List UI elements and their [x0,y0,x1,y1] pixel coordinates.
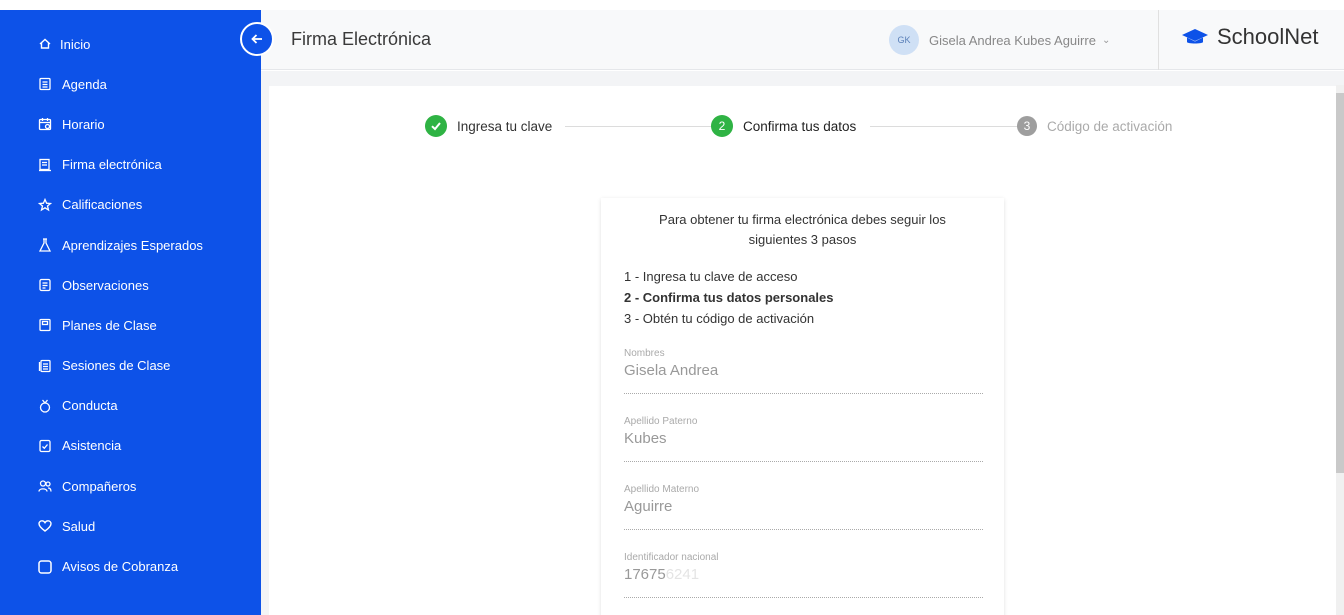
sidebar-item-label: Planes de Clase [62,317,157,333]
sidebar-item-label: Inicio [60,36,91,52]
sidebar-item-observaciones[interactable]: Observaciones [0,265,261,305]
flask-icon [38,238,52,252]
brand-logo[interactable]: SchoolNet [1181,24,1319,50]
sidebar-item-avisos[interactable]: Avisos de Cobranza [0,546,261,586]
scrollbar[interactable] [1336,85,1344,615]
sidebar-item-companeros[interactable]: Compañeros [0,466,261,506]
step-label: Código de activación [1047,118,1173,134]
agenda-icon [38,77,52,91]
sidebar: Inicio Agenda Horario Firma electrónica … [0,0,261,615]
check-icon [425,115,447,137]
sidebar-item-label: Firma electrónica [62,157,162,173]
user-name: Gisela Andrea Kubes Aguirre [929,32,1096,48]
sidebar-item-label: Aprendizajes Esperados [62,237,203,253]
sidebar-item-calificaciones[interactable]: Calificaciones [0,185,261,225]
id-faded: 6241 [665,566,700,583]
collapse-sidebar-button[interactable] [240,22,274,56]
step-3: 3 Código de activación [1017,115,1181,137]
apellido-materno-field[interactable]: Apellido Materno Aguirre [624,484,983,530]
field-value: Gisela Andrea [624,362,719,379]
sidebar-item-label: Compañeros [62,478,137,494]
field-value: Aguirre [624,498,673,515]
identificador-field[interactable]: Identificador nacional 176756241 [624,552,983,598]
people-icon [38,479,52,493]
signature-icon [38,158,52,172]
scrollbar-thumb[interactable] [1336,93,1344,473]
field-label: Apellido Materno [624,484,700,495]
sidebar-item-label: Horario [62,116,105,132]
plan-icon [38,318,52,332]
card-step-item: 3 - Obtén tu código de activación [624,311,815,326]
notes-icon [38,278,52,292]
top-header: Firma Electrónica GK Gisela Andrea Kubes… [261,10,1344,70]
sidebar-item-agenda[interactable]: Agenda [0,64,261,104]
field-value: 176756241 [624,566,983,583]
medal-icon [38,399,52,413]
sidebar-item-aprendizajes[interactable]: Aprendizajes Esperados [0,225,261,265]
chevron-down-icon: ⌄ [1101,34,1111,46]
calendar-icon [38,117,52,131]
sidebar-item-inicio[interactable]: Inicio [0,24,261,64]
step-connector [565,126,715,127]
step-label: Ingresa tu clave [457,118,553,134]
arrow-left-icon [251,34,262,44]
sidebar-item-label: Sesiones de Clase [62,358,171,374]
field-value: Kubes [624,430,667,447]
sidebar-item-salud[interactable]: Salud [0,506,261,546]
step-label: Confirma tus datos [743,118,857,134]
avatar: GK [889,25,919,55]
nombres-field[interactable]: Nombres Gisela Andrea [624,348,983,394]
sidebar-item-label: Agenda [62,76,107,92]
confirm-data-card: Para obtener tu firma electrónica debes … [601,198,1004,615]
page-title: Firma Electrónica [291,29,432,49]
card-step-item: 2 - Confirma tus datos personales [624,290,834,305]
square-icon [38,559,52,574]
graduation-cap-icon [1182,29,1208,44]
sidebar-item-label: Observaciones [62,277,149,293]
sidebar-item-label: Salud [62,518,96,534]
step-number: 2 [711,115,733,137]
sidebar-item-label: Conducta [62,398,118,414]
header-divider [1158,10,1159,70]
step-connector [870,126,1020,127]
field-label: Apellido Paterno [624,416,698,427]
sidebar-item-horario[interactable]: Horario [0,104,261,144]
sidebar-item-planes[interactable]: Planes de Clase [0,305,261,345]
sidebar-item-sesiones[interactable]: Sesiones de Clase [0,346,261,386]
field-label: Nombres [624,348,665,359]
card-step-item: 1 - Ingresa tu clave de acceso [624,269,798,284]
attendance-icon [38,439,52,453]
home-icon [38,37,52,51]
sessions-icon [38,359,52,373]
user-menu[interactable]: GK Gisela Andrea Kubes Aguirre ⌄ [889,24,1110,56]
card-steps-list: 1 - Ingresa tu clave de acceso 2 - Confi… [624,266,834,329]
stepper: Ingresa tu clave 2 Confirma tus datos 3 … [425,115,1205,139]
heart-icon [38,519,52,533]
sidebar-item-label: Asistencia [62,438,122,454]
sidebar-item-firma[interactable]: Firma electrónica [0,145,261,185]
star-icon [38,197,52,212]
field-label: Identificador nacional [624,552,719,563]
step-1: Ingresa tu clave [425,115,561,137]
step-2: 2 Confirma tus datos [711,115,865,137]
sidebar-item-conducta[interactable]: Conducta [0,386,261,426]
card-intro: Para obtener tu firma electrónica debes … [659,212,946,247]
id-visible: 17675 [624,566,666,583]
brand-name: SchoolNet [1217,24,1319,49]
sidebar-nav: Inicio Agenda Horario Firma electrónica … [0,24,261,587]
sidebar-item-asistencia[interactable]: Asistencia [0,426,261,466]
sidebar-item-label: Calificaciones [62,197,143,213]
sidebar-top-strip [0,0,261,10]
apellido-paterno-field[interactable]: Apellido Paterno Kubes [624,416,983,462]
step-number: 3 [1017,116,1037,136]
sidebar-item-label: Avisos de Cobranza [62,559,179,575]
